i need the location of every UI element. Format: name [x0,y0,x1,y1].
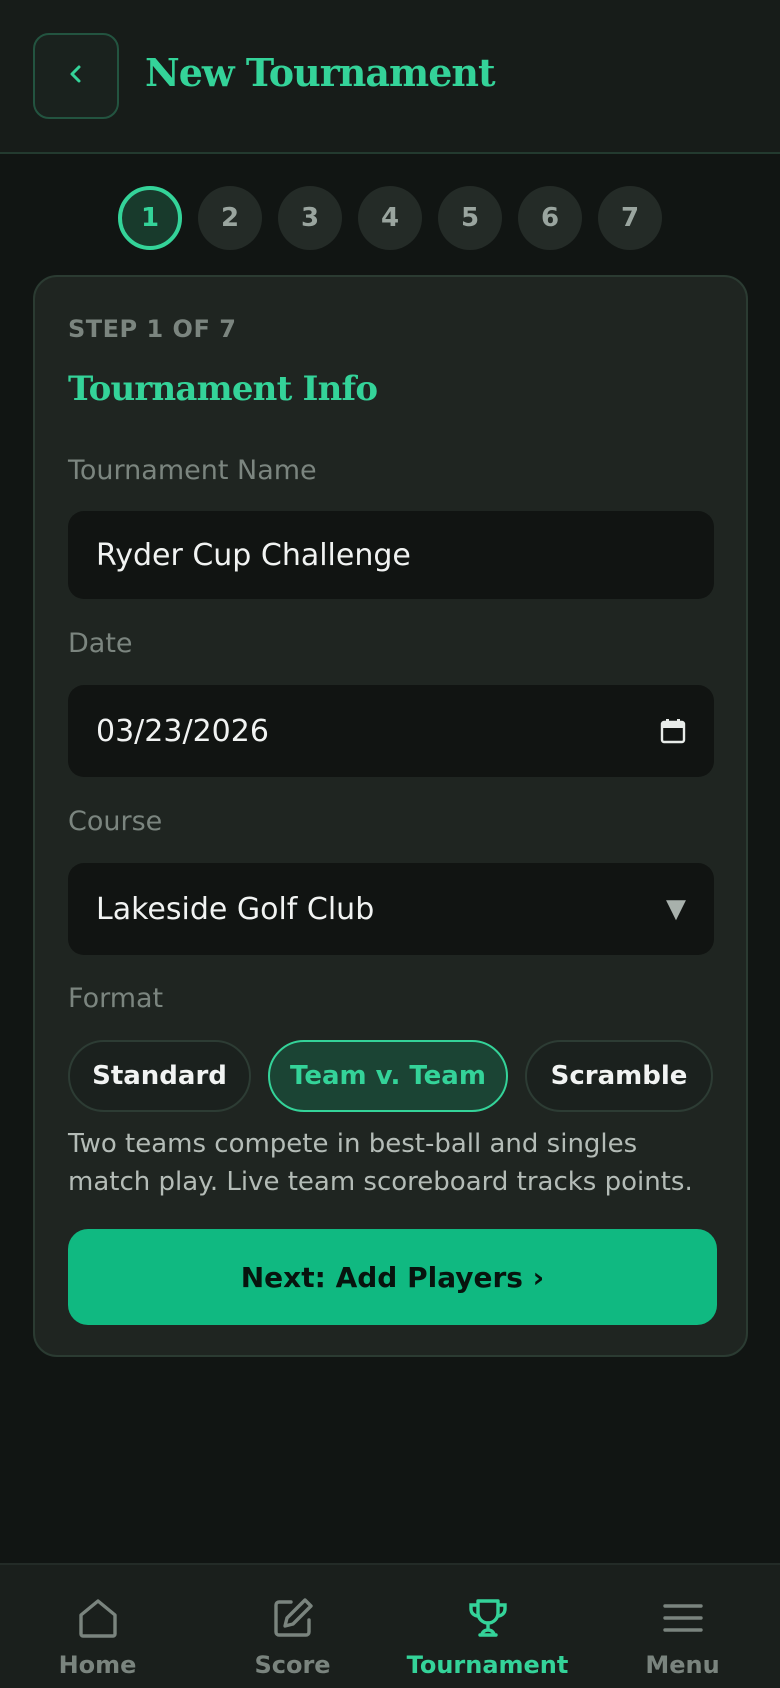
format-label: Format [68,983,164,1014]
tournament-name-label: Tournament Name [68,455,317,486]
edit-icon [271,1595,315,1641]
nav-item-home[interactable]: Home [0,1565,195,1688]
date-input[interactable]: 03/23/2026 [68,685,714,777]
step-2[interactable]: 2 [198,186,262,250]
step-3[interactable]: 3 [278,186,342,250]
step-7[interactable]: 7 [598,186,662,250]
format-option-team-v-team[interactable]: Team v. Team [268,1040,508,1112]
tournament-info-card: STEP 1 OF 7 Tournament Info Tournament N… [33,275,748,1357]
tournament-name-value: Ryder Cup Challenge [96,537,411,573]
calendar-icon[interactable] [660,718,686,744]
home-icon [76,1595,120,1641]
step-1[interactable]: 1 [118,186,182,250]
step-4[interactable]: 4 [358,186,422,250]
tournament-name-input[interactable]: Ryder Cup Challenge [68,511,714,599]
next-add-players-button[interactable]: Next: Add Players › [68,1229,717,1325]
step-label: STEP 1 OF 7 [68,315,237,343]
date-value: 03/23/2026 [96,713,269,749]
course-value: Lakeside Golf Club [96,891,375,927]
app-header: New Tournament [0,0,780,154]
nav-label-menu: Menu [645,1651,720,1679]
card-title: Tournament Info [68,369,378,409]
format-option-scramble[interactable]: Scramble [525,1040,713,1112]
nav-item-menu[interactable]: Menu [585,1565,780,1688]
nav-label-tournament: Tournament [406,1651,569,1679]
nav-label-score: Score [254,1651,331,1679]
nav-item-tournament[interactable]: Tournament [390,1565,585,1688]
step-6[interactable]: 6 [518,186,582,250]
course-select[interactable]: Lakeside Golf Club ▼ [68,863,714,955]
bottom-navigation: Home Score Tournament Menu [0,1563,780,1688]
nav-label-home: Home [58,1651,137,1679]
nav-item-score[interactable]: Score [195,1565,390,1688]
step-5[interactable]: 5 [438,186,502,250]
format-options: Standard Team v. Team Scramble [68,1040,718,1112]
trophy-icon [466,1595,510,1641]
step-indicator: 1 2 3 4 5 6 7 [0,186,780,250]
page-title: New Tournament [145,50,496,95]
back-button[interactable] [33,33,119,119]
date-label: Date [68,628,133,659]
format-description: Two teams compete in best-ball and singl… [68,1129,693,1197]
dropdown-arrow-icon: ▼ [666,894,686,924]
course-label: Course [68,806,163,837]
chevron-left-icon [65,63,87,89]
menu-icon [661,1595,705,1641]
format-option-standard[interactable]: Standard [68,1040,251,1112]
